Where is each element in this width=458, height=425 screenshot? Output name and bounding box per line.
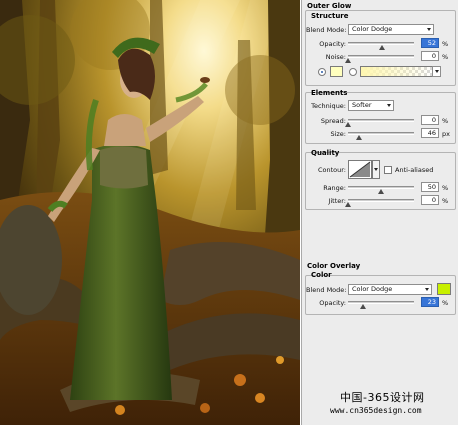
opacity-slider-track[interactable] [348, 42, 414, 50]
watermark-title: 中国-365设计网 [340, 391, 425, 404]
color-overlay-header: Color Overlay [307, 262, 361, 270]
size-unit: px [442, 130, 450, 138]
technique-select[interactable]: Softer [348, 100, 394, 111]
anti-aliased-label: Anti-aliased [395, 166, 434, 174]
technique-dropdown-arrow-icon [387, 104, 391, 107]
screenshot: Outer Glow Structure Blend Mode: Color D… [0, 0, 458, 425]
forest-fairy-photo [0, 0, 300, 425]
elements-title: Elements [311, 89, 348, 97]
outer-glow-header: Outer Glow [307, 2, 352, 10]
slider-thumb-icon[interactable] [377, 189, 384, 194]
technique-label: Technique: [311, 102, 346, 110]
overlay-opacity-slider-track[interactable] [348, 301, 414, 309]
layer-style-panel: Outer Glow Structure Blend Mode: Color D… [301, 0, 458, 425]
overlay-opacity-label: Opacity: [319, 299, 346, 307]
overlay-blend-mode-label: Blend Mode: [306, 286, 347, 294]
technique-value: Softer [352, 101, 372, 109]
color-group [305, 275, 456, 315]
overlay-opacity-unit: % [442, 299, 449, 307]
noise-unit: % [442, 53, 449, 61]
contour-dropdown[interactable] [372, 160, 380, 179]
slider-thumb-icon[interactable] [356, 135, 363, 140]
slider-thumb-icon[interactable] [359, 304, 366, 309]
opacity-input[interactable]: 52 [421, 38, 439, 48]
contour-curve-icon [349, 161, 371, 178]
blend-mode-label: Blend Mode: [306, 26, 347, 34]
size-label: Size: [330, 130, 346, 138]
structure-title: Structure [311, 12, 349, 20]
spread-label: Spread: [320, 117, 346, 125]
spread-input[interactable]: 0 [421, 115, 439, 125]
overlay-opacity-input[interactable]: 23 [421, 297, 439, 307]
watermark-url: www.cn365design.com [330, 406, 422, 415]
jitter-slider-track[interactable] [344, 199, 414, 207]
slider-thumb-icon[interactable] [344, 202, 351, 207]
slider-thumb-icon[interactable] [344, 122, 351, 127]
gradient-dropdown-arrow-icon [435, 70, 439, 73]
noise-slider-track[interactable] [344, 55, 414, 63]
gradient-radio[interactable] [349, 68, 357, 76]
size-input[interactable]: 46 [421, 128, 439, 138]
quality-title: Quality [311, 149, 340, 157]
glow-gradient-swatch[interactable] [360, 66, 434, 77]
contour-label: Contour: [317, 166, 346, 174]
slider-thumb-icon[interactable] [378, 45, 385, 50]
opacity-label: Opacity: [319, 40, 346, 48]
overlay-color-swatch[interactable] [437, 283, 451, 295]
anti-aliased-checkbox[interactable] [384, 166, 392, 174]
overlay-blend-mode-value: Color Dodge [352, 285, 393, 293]
color-title: Color [311, 271, 332, 279]
contour-dropdown-arrow-icon [374, 168, 378, 171]
blend-mode-dropdown-arrow-icon [427, 28, 431, 31]
jitter-unit: % [442, 197, 449, 205]
noise-label: Noise: [325, 53, 346, 61]
range-slider-track[interactable] [348, 186, 414, 194]
opacity-unit: % [442, 40, 449, 48]
gradient-dropdown[interactable] [432, 66, 441, 77]
noise-input[interactable]: 0 [421, 51, 439, 61]
solid-color-radio[interactable] [318, 68, 326, 76]
contour-picker[interactable] [348, 160, 372, 179]
overlay-blend-mode-select[interactable]: Color Dodge [348, 284, 432, 295]
range-label: Range: [323, 184, 346, 192]
spread-slider-track[interactable] [344, 119, 414, 127]
size-slider-track[interactable] [348, 132, 414, 140]
overlay-dropdown-arrow-icon [425, 288, 429, 291]
slider-thumb-icon[interactable] [344, 58, 351, 63]
spread-unit: % [442, 117, 449, 125]
blend-mode-value: Color Dodge [352, 25, 393, 33]
range-input[interactable]: 50 [421, 182, 439, 192]
jitter-label: Jitter: [328, 197, 346, 205]
jitter-input[interactable]: 0 [421, 195, 439, 205]
range-unit: % [442, 184, 449, 192]
glow-color-swatch[interactable] [330, 66, 343, 77]
blend-mode-select[interactable]: Color Dodge [348, 24, 434, 35]
